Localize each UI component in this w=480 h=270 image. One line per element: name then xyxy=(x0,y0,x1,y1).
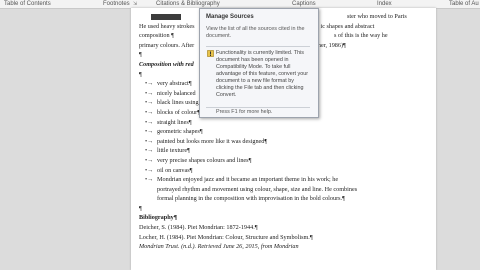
tooltip-title: Manage Sources xyxy=(206,14,254,20)
tooltip-help-text: Press F1 for more help. xyxy=(216,109,273,115)
footnotes-dialog-launcher-icon[interactable]: ⇲ xyxy=(133,0,137,8)
bullet-marker: •→ xyxy=(145,118,154,126)
bullet-marker: •→ xyxy=(145,137,154,145)
body-text: ster who moved to Paris xyxy=(347,13,407,20)
bullet-marker: •→ xyxy=(145,156,154,164)
bullet-marker: •→ xyxy=(145,80,154,88)
tooltip-divider xyxy=(206,46,310,47)
tooltip-divider xyxy=(206,107,310,108)
bibliography-entry: Mondrian Trust. (n.d.). Retrieved June 2… xyxy=(139,243,299,251)
bibliography-heading: Bibliography¶ xyxy=(139,214,178,222)
body-text: ic shapes and abstract xyxy=(320,22,375,30)
info-warning-icon xyxy=(207,50,214,57)
body-text: s of this is the way he xyxy=(333,32,388,40)
tooltip-description: View the list of all the sources cited i… xyxy=(206,26,305,39)
body-text: ther, 1986)¶ xyxy=(316,41,346,49)
ribbon-group-index[interactable]: Index xyxy=(377,0,392,8)
body-text: He used heavy strokes xyxy=(139,22,195,30)
ribbon-group-captions[interactable]: Captions xyxy=(292,0,316,8)
bullet-marker: •→ xyxy=(145,166,154,174)
list-item: •→ geometric shapes¶ xyxy=(145,128,203,136)
bullet-marker: •→ xyxy=(145,176,154,184)
body-text: primary colours. After xyxy=(139,41,195,49)
bullet-marker: •→ xyxy=(145,147,154,155)
list-item: •→ Mondrian enjoyed jazz and it became an… xyxy=(145,176,339,184)
bullet-marker: •→ xyxy=(145,99,154,107)
ribbon-group-table-of-contents[interactable]: Table of Contents xyxy=(4,0,51,8)
ribbon-group-table-of-authorities[interactable]: Table of Au xyxy=(449,0,479,8)
list-item: •→ oil on canvas¶ xyxy=(145,166,193,174)
pilcrow: ¶ xyxy=(139,204,142,212)
manage-sources-tooltip: Manage Sources View the list of all the … xyxy=(199,8,319,118)
list-item-continuation: formal planning in the composition with … xyxy=(157,195,345,203)
bibliography-entry: Locher, H. (1984). Piet Mondrian: Colour… xyxy=(139,233,313,241)
ribbon-group-footnotes[interactable]: Footnotes xyxy=(103,0,130,8)
list-item: •→ little texture¶ xyxy=(145,147,190,155)
list-item: •→ very precise shapes colours and lines¶ xyxy=(145,156,252,164)
list-item: •→ painted but looks more like it was des… xyxy=(145,137,268,145)
bullet-marker: •→ xyxy=(145,108,154,116)
ribbon-group-citations[interactable]: Citations & Bibliography xyxy=(156,0,220,8)
bibliography-entry: Deicher, S. (1984). Piet Mondrian: 1872-… xyxy=(139,224,258,232)
tooltip-compatibility-warning: Functionality is currently limited. This… xyxy=(216,50,308,98)
bullet-marker: •→ xyxy=(145,128,154,136)
body-text: composition ¶ xyxy=(139,32,174,40)
list-item: •→ straight lines¶ xyxy=(145,118,192,126)
bullet-marker: •→ xyxy=(145,89,154,97)
list-item-continuation: portrayed rhythm and movement using colo… xyxy=(157,185,358,193)
